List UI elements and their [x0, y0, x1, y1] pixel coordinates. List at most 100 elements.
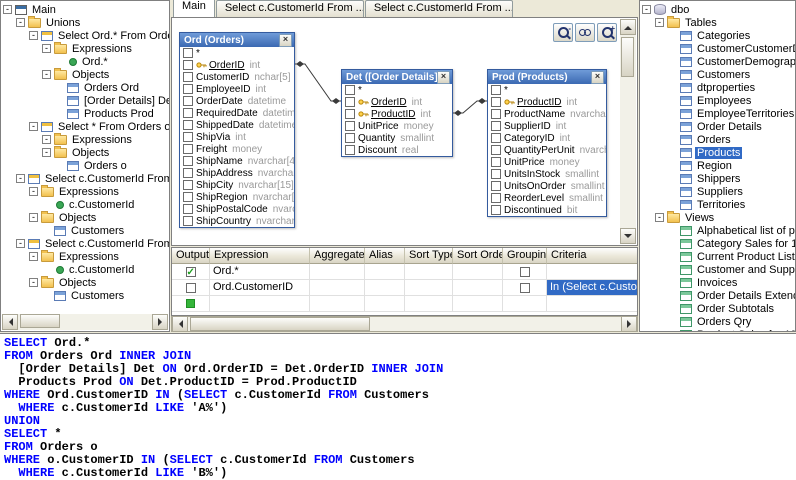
tree-item-employees[interactable]: Employees [640, 94, 795, 107]
tab-main-0[interactable]: Main [173, 0, 215, 17]
tree-item-objects[interactable]: -Objects [1, 276, 169, 289]
design-canvas[interactable]: - + Ord (Orders)×*OrderIDintCustomerIDnc… [171, 17, 638, 246]
collapse-icon[interactable]: - [16, 239, 25, 248]
field-shipvia[interactable]: ShipViaint [180, 131, 294, 143]
tree-item-tables[interactable]: -Tables [640, 16, 795, 29]
tree-item-products[interactable]: Products [640, 146, 795, 159]
field-checkbox[interactable] [491, 205, 501, 215]
cell-alias[interactable] [365, 264, 405, 280]
collapse-icon[interactable]: - [3, 5, 12, 14]
cell-grouping[interactable] [503, 264, 547, 280]
cell-sort_order[interactable] [453, 296, 503, 312]
field-unitsonorder[interactable]: UnitsOnOrdersmallint [488, 180, 606, 192]
tree-item-categories[interactable]: Categories [640, 29, 795, 42]
collapse-icon[interactable]: - [42, 135, 51, 144]
collapse-icon[interactable]: - [655, 18, 664, 27]
column-header-grouping[interactable]: Grouping [503, 248, 547, 264]
field-checkbox[interactable] [491, 133, 501, 143]
field-unitprice[interactable]: UnitPricemoney [342, 120, 452, 132]
collapse-icon[interactable]: - [29, 122, 38, 131]
field-checkbox[interactable] [345, 121, 355, 131]
output-checkbox-checked[interactable] [186, 267, 196, 277]
cell-criteria[interactable] [547, 264, 638, 280]
field-productid[interactable]: ProductIDint [342, 108, 452, 120]
field-shipaddress[interactable]: ShipAddressnvarchar[60] [180, 167, 294, 179]
collapse-icon[interactable]: - [29, 187, 38, 196]
cell-criteria[interactable] [547, 296, 638, 312]
tree-item-product-sales-for-1997[interactable]: Product Sales for 1997 [640, 328, 795, 332]
field-shipcountry[interactable]: ShipCountrynvarchar[15] [180, 215, 294, 227]
tree-item-select-c-customerid-from[interactable]: -Select c.CustomerId From... [1, 237, 169, 250]
field-quantityperunit[interactable]: QuantityPerUnitnvarchar[20] [488, 144, 606, 156]
field-checkbox[interactable] [183, 216, 193, 226]
tree-item-expressions[interactable]: -Expressions [1, 250, 169, 263]
field-unitprice[interactable]: UnitPricemoney [488, 156, 606, 168]
tree-item-orders-o[interactable]: Orders o [1, 159, 169, 172]
field-checkbox[interactable] [345, 133, 355, 143]
field-star[interactable]: * [342, 84, 452, 96]
sql-editor[interactable]: SELECT Ord.*FROM Orders Ord INNER JOIN [… [0, 333, 796, 480]
tree-item-customers[interactable]: Customers [1, 289, 169, 302]
field-checkbox[interactable] [345, 85, 355, 95]
table-card-header[interactable]: Det ([Order Details])× [342, 70, 452, 84]
field-checkbox[interactable] [183, 120, 193, 130]
zoom-in-button[interactable]: + [597, 23, 617, 42]
tree-item-suppliers[interactable]: Suppliers [640, 185, 795, 198]
scrollbar-track[interactable] [188, 317, 621, 331]
field-shipname[interactable]: ShipNamenvarchar[40] [180, 155, 294, 167]
cell-output[interactable] [172, 280, 210, 296]
tree-item-unions[interactable]: -Unions [1, 16, 169, 29]
tree-item-select-ord-from-orders-o[interactable]: -Select Ord.* From Orders O... [1, 29, 169, 42]
tree-item-alphabetical-list-of-produ[interactable]: Alphabetical list of produ... [640, 224, 795, 237]
field-shippostalcode[interactable]: ShipPostalCodenvarchar[10] [180, 203, 294, 215]
collapse-icon[interactable]: - [642, 5, 651, 14]
collapse-icon[interactable]: - [42, 148, 51, 157]
cell-sort_order[interactable] [453, 264, 503, 280]
scrollbar-thumb[interactable] [621, 37, 634, 77]
cell-sort_type[interactable] [405, 280, 453, 296]
tree-item-expressions[interactable]: -Expressions [1, 42, 169, 55]
field-productname[interactable]: ProductNamenvarchar[40] [488, 108, 606, 120]
grid-horizontal-scrollbar[interactable] [171, 316, 638, 332]
output-checkbox[interactable] [186, 283, 196, 293]
cell-expression[interactable]: Ord.* [210, 264, 310, 280]
field-unitsinstock[interactable]: UnitsInStocksmallint [488, 168, 606, 180]
field-checkbox[interactable] [491, 109, 501, 119]
cell-grouping[interactable] [503, 296, 547, 312]
tree-item-objects[interactable]: -Objects [1, 146, 169, 159]
design-surface[interactable]: - + Ord (Orders)×*OrderIDintCustomerIDnc… [173, 19, 621, 244]
field-checkbox[interactable] [183, 96, 193, 106]
table-card-ord-orders[interactable]: Ord (Orders)×*OrderIDintCustomerIDnchar[… [179, 32, 295, 228]
cell-criteria[interactable]: In (Select c.CustomerId Fro... [547, 280, 638, 296]
column-header-alias[interactable]: Alias [365, 248, 405, 264]
field-checkbox[interactable] [491, 193, 501, 203]
field-productid[interactable]: ProductIDint [488, 96, 606, 108]
collapse-icon[interactable]: - [42, 44, 51, 53]
collapse-icon[interactable]: - [29, 278, 38, 287]
field-checkbox[interactable] [183, 84, 193, 94]
field-checkbox[interactable] [183, 132, 193, 142]
cell-grouping[interactable] [503, 280, 547, 296]
collapse-icon[interactable]: - [655, 213, 664, 222]
field-requireddate[interactable]: RequiredDatedatetime [180, 107, 294, 119]
field-freight[interactable]: Freightmoney [180, 143, 294, 155]
column-header-output[interactable]: Output [172, 248, 210, 264]
tree-item-views[interactable]: -Views [640, 211, 795, 224]
tree-item-invoices[interactable]: Invoices [640, 276, 795, 289]
grouping-checkbox[interactable] [520, 283, 530, 293]
cell-sort_type[interactable] [405, 296, 453, 312]
tree-item-territories[interactable]: Territories [640, 198, 795, 211]
field-checkbox[interactable] [491, 157, 501, 167]
scrollbar-track[interactable] [18, 314, 152, 330]
cell-aggregate[interactable] [310, 296, 365, 312]
field-checkbox[interactable] [345, 97, 355, 107]
field-quantity[interactable]: Quantitysmallint [342, 132, 452, 144]
column-header-sort-order[interactable]: Sort Order [453, 248, 503, 264]
tree-item-customerdemographics[interactable]: CustomerDemographics [640, 55, 795, 68]
tree-item-order-details[interactable]: Order Details [640, 120, 795, 133]
field-supplierid[interactable]: SupplierIDint [488, 120, 606, 132]
field-categoryid[interactable]: CategoryIDint [488, 132, 606, 144]
field-orderid[interactable]: OrderIDint [342, 96, 452, 108]
field-checkbox[interactable] [491, 169, 501, 179]
field-checkbox[interactable] [183, 204, 193, 214]
